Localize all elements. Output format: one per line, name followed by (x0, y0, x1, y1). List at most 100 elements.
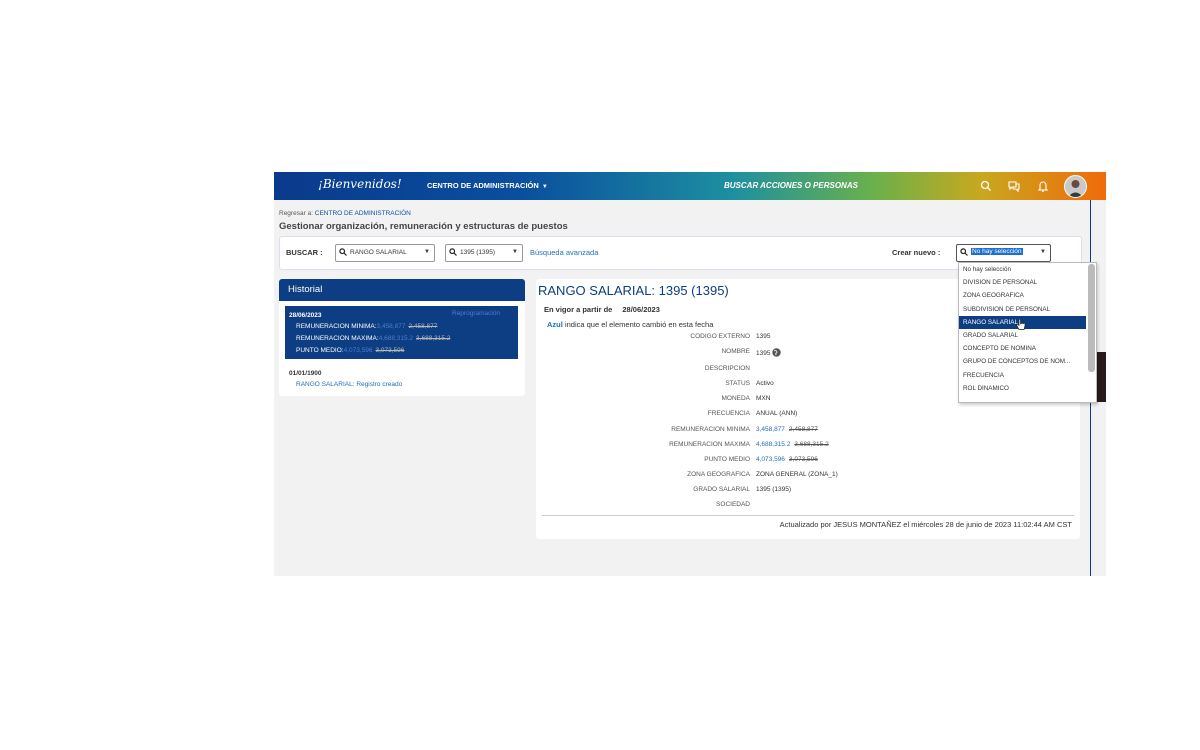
advanced-search-link[interactable]: Búsqueda avanzada (530, 248, 598, 257)
change-new-value: 4,073,596 (343, 347, 373, 354)
history-panel: Historial 28/06/2023 Reprogramación REMU… (279, 279, 525, 396)
change-label: PUNTO MEDIO: (296, 347, 344, 354)
field-value: Activo (756, 380, 774, 387)
field-new-value: 4,073,596 (756, 456, 785, 463)
create-new-dropdown-menu: No hay selección DIVISION DE PERSONAL ZO… (958, 262, 1097, 403)
field-row-grado: GRADO SALARIAL 1395 (1395) (536, 486, 1080, 498)
field-value-wrap: 4,073,596 3,073,596 (756, 456, 818, 463)
field-value-extra: (ANN) (779, 410, 798, 417)
hand-cursor-icon (1016, 318, 1026, 330)
field-value: ANUAL (756, 410, 778, 417)
field-row-rem-max: REMUNERACION MAXIMA 4,688,315.2 3,688,315.… (536, 441, 1080, 453)
globe-icon[interactable] (772, 348, 781, 357)
menu-option[interactable]: ROL DINAMICO (959, 382, 1086, 395)
change-old-value: 3,688,315.2 (416, 335, 451, 342)
search-icon[interactable] (978, 178, 994, 194)
chevron-down-icon: ▼ (541, 184, 548, 190)
field-row-sociedad: SOCIEDAD (536, 501, 1080, 513)
search-icon (339, 248, 347, 256)
chevron-down-icon: ▼ (512, 249, 518, 255)
field-row-punto-medio: PUNTO MEDIO 4,073,596 3,073,596 (536, 456, 1080, 468)
history-entry-link[interactable]: RANGO SALARIAL: Registro creado (296, 381, 402, 388)
change-legend: Azul indica que el elemento cambió en es… (547, 320, 713, 329)
detail-title: RANGO SALARIAL: 1395 (1395) (538, 283, 729, 298)
breadcrumb-prefix: Regresar a: (279, 210, 313, 217)
field-label: ZONA GEOGRAFICA (687, 471, 750, 478)
field-label: STATUS (725, 380, 750, 387)
menu-option[interactable]: No hay selección (959, 263, 1086, 276)
field-label: GRADO SALARIAL (693, 486, 750, 493)
field-old-value: 3,688,315.2 (794, 441, 829, 448)
menu-option[interactable]: DIVISION DE PERSONAL (959, 276, 1086, 289)
field-value: MXN (756, 395, 771, 402)
last-updated: Actualizado por JESUS MONTAÑEZ el miérco… (779, 520, 1072, 529)
chevron-down-icon: ▼ (424, 249, 430, 255)
menu-option[interactable]: SUBDIVISION DE PERSONAL (959, 303, 1086, 316)
menu-option[interactable]: ZONA GEOGRAFICA (959, 289, 1086, 302)
admin-center-menu[interactable]: CENTRO DE ADMINISTRACIÓN ▼ (427, 181, 548, 190)
menu-option[interactable]: FRECUENCIA (959, 369, 1086, 382)
field-value: 1395 (756, 350, 771, 357)
menu-scrollbar[interactable] (1088, 264, 1095, 372)
chevron-down-icon: ▼ (1040, 249, 1046, 255)
change-new-value: 3,458,877 (376, 323, 406, 330)
legend-text: indica que el elemento cambió en esta fe… (564, 320, 714, 329)
field-label: REMUNERACION MINIMA (671, 426, 750, 433)
breadcrumb-link[interactable]: CENTRO DE ADMINISTRACIÓN (315, 210, 411, 217)
field-value-wrap: 1395 (756, 348, 781, 357)
change-label: REMUNERACION MINIMA: (296, 323, 377, 330)
field-value: 1395 (756, 333, 771, 340)
field-row-rem-min: REMUNERACION MINIMA 3,458,877 2,458,877 (536, 426, 1080, 438)
change-old-value: 2,458,877 (408, 323, 438, 330)
record-value: 1395 (1395) (460, 249, 496, 256)
field-new-value: 3,458,877 (756, 426, 785, 433)
chat-icon[interactable] (1006, 178, 1022, 194)
history-title: Historial (279, 279, 525, 301)
field-new-value: 4,688,315.2 (756, 441, 791, 448)
legend-color-word: Azul (547, 320, 563, 329)
menu-option[interactable]: GRUPO DE CONCEPTOS DE NOM... (959, 355, 1086, 368)
create-new-value: No hay selección (971, 248, 1023, 255)
menu-option[interactable]: CONCEPTO DE NOMINA (959, 342, 1086, 355)
app-window: ¡Bienvenidos! CENTRO DE ADMINISTRACIÓN ▼ … (274, 172, 1106, 576)
field-value: ZONA GENERAL (756, 471, 807, 478)
object-type-value: RANGO SALARIAL (350, 249, 407, 256)
user-avatar[interactable] (1064, 175, 1087, 198)
search-icon (449, 248, 457, 256)
field-value: 1395 (1395) (756, 486, 792, 493)
field-row-frecuencia: FRECUENCIA ANUAL (ANN) (536, 410, 1080, 422)
history-entry-date: 28/06/2023 (289, 312, 322, 319)
field-value-extra: (ZONA_1) (808, 471, 838, 478)
record-select[interactable]: 1395 (1395) ▼ (445, 244, 523, 262)
create-new-label: Crear nuevo : (892, 248, 941, 257)
field-row-zona: ZONA GEOGRAFICA ZONA GENERAL (ZONA_1) (536, 471, 1080, 483)
history-entry-selected[interactable]: 28/06/2023 Reprogramación REMUNERACION M… (285, 306, 518, 359)
create-new-select[interactable]: No hay selección ▼ (956, 244, 1051, 262)
search-icon (960, 248, 968, 256)
top-navigation-bar: ¡Bienvenidos! CENTRO DE ADMINISTRACIÓN ▼ … (274, 172, 1106, 200)
welcome-logo[interactable]: ¡Bienvenidos! (318, 177, 402, 191)
search-label: BUSCAR : (286, 248, 323, 257)
field-value-wrap: 4,688,315.2 3,688,315.2 (756, 441, 829, 448)
history-change-row: REMUNERACION MAXIMA:4,688,315.2 3,688,315… (296, 335, 450, 342)
field-label: MONEDA (721, 395, 750, 402)
field-label: PUNTO MEDIO (704, 456, 750, 463)
page-title: Gestionar organización, remuneración y e… (279, 221, 568, 232)
field-value-wrap: 3,458,877 2,458,877 (756, 426, 818, 433)
history-entry-date: 01/01/1900 (289, 370, 322, 377)
effective-date-label: En vigor a partir de (544, 305, 613, 314)
field-value-wrap: ANUAL (ANN) (756, 410, 797, 417)
field-label: REMUNERACION MAXIMA (669, 441, 750, 448)
history-change-row: PUNTO MEDIO:4,073,596 3,073,596 (296, 347, 404, 354)
history-change-row: REMUNERACION MINIMA:3,458,877 2,458,877 (296, 323, 437, 330)
effective-date: En vigor a partir de 28/06/2023 (544, 305, 660, 314)
object-type-select[interactable]: RANGO SALARIAL ▼ (335, 244, 435, 262)
reschedule-link[interactable]: Reprogramación (452, 310, 500, 317)
change-label: REMUNERACION MAXIMA: (296, 335, 379, 342)
field-label: SOCIEDAD (716, 501, 750, 508)
divider (542, 515, 1074, 516)
search-actions-input[interactable]: BUSCAR ACCIONES O PERSONAS (724, 181, 858, 190)
bell-icon[interactable] (1035, 178, 1051, 194)
field-old-value: 2,458,877 (788, 426, 818, 433)
user-photo-icon (1065, 176, 1086, 197)
